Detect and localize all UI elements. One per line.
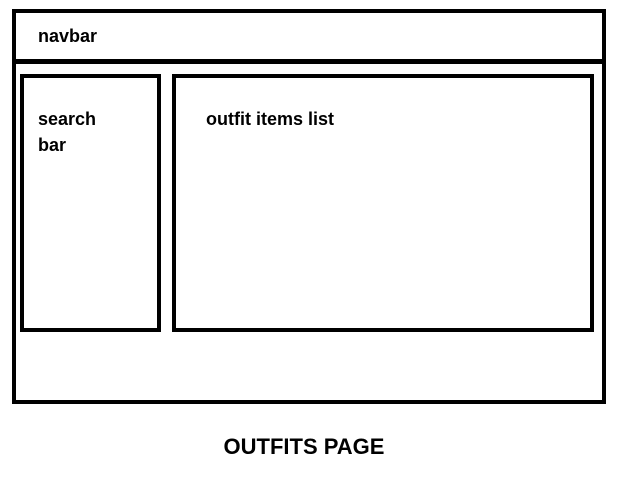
search-bar-label: search bar — [38, 109, 97, 155]
outfit-items-list-label: outfit items list — [206, 109, 335, 129]
page-caption: OUTFITS PAGE — [223, 434, 385, 459]
navbar-divider — [12, 59, 606, 64]
navbar-label: navbar — [38, 26, 98, 46]
